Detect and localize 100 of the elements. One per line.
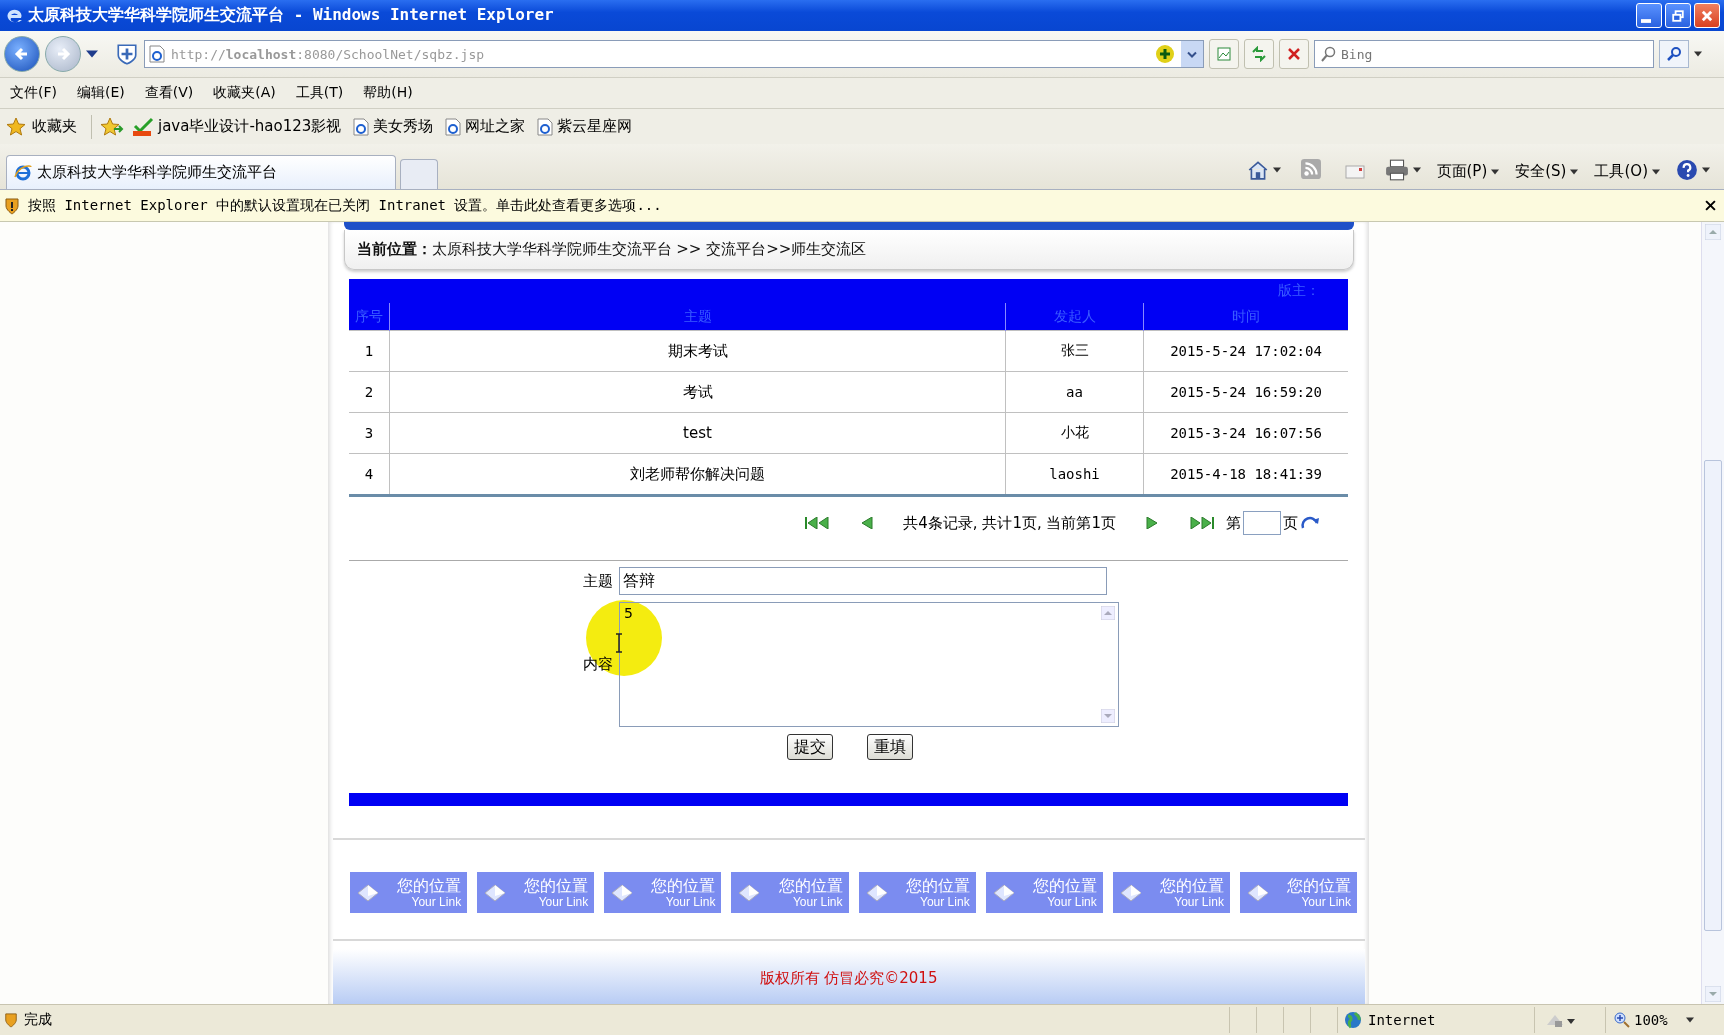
back-button[interactable] (4, 36, 40, 72)
refresh-button[interactable] (1244, 39, 1274, 69)
command-menu[interactable]: 安全(S) (1515, 162, 1579, 181)
stop-icon (1286, 46, 1302, 62)
next-page-icon[interactable] (1146, 517, 1158, 529)
shield-plus-icon[interactable] (115, 42, 139, 66)
last-page-icon[interactable] (1188, 517, 1214, 529)
command-menu[interactable]: 工具(O) (1594, 162, 1660, 181)
caret-icon (1272, 167, 1281, 173)
ie-logo-icon (13, 162, 33, 183)
table-cell: aa (1005, 371, 1144, 413)
menu-item[interactable]: 查看(V) (144, 84, 194, 102)
table-cell: 张三 (1005, 330, 1144, 372)
url-text: http://localhost:8080/SchoolNet/sqbz.jsp (171, 46, 485, 62)
checkmark-logo-icon (132, 116, 154, 137)
menu-item[interactable]: 工具(T) (295, 84, 344, 102)
subject-field[interactable]: 答辩 (619, 567, 1107, 595)
home-button[interactable] (1246, 159, 1281, 181)
status-text: 完成 (24, 1011, 52, 1029)
text-cursor-icon (614, 633, 624, 653)
caret-icon (1652, 168, 1660, 175)
browser-tab[interactable]: 太原科技大学华科学院师生交流平台 (6, 155, 396, 189)
diamond-icon (864, 882, 889, 903)
image-icon (1216, 46, 1232, 62)
diamond-icon (1118, 882, 1143, 903)
close-button[interactable] (1694, 3, 1720, 28)
menu-item[interactable]: 文件(F) (10, 84, 57, 102)
print-button[interactable] (1384, 159, 1421, 181)
table-cell: 2015-5-24 17:02:04 (1143, 330, 1348, 372)
subject-label: 主题 (582, 571, 613, 591)
breadcrumb: 当前位置：太原科技大学华科学院师生交流平台 >> 交流平台>>师生交流区 (356, 240, 867, 259)
search-icon (1320, 46, 1336, 62)
menu-item[interactable]: 收藏夹(A) (213, 84, 276, 102)
restore-button[interactable] (1665, 3, 1691, 28)
caret-icon (1491, 168, 1500, 175)
column-header: 序号 (349, 303, 390, 331)
close-icon[interactable] (1705, 200, 1716, 211)
page-label: 页 (1283, 513, 1298, 533)
caret-icon[interactable] (1694, 51, 1702, 57)
search-icon (1666, 46, 1682, 62)
menu-item[interactable]: 帮助(H) (363, 84, 413, 102)
diamond-icon (737, 882, 762, 903)
column-header: 时间 (1143, 303, 1348, 331)
column-header: 发起人 (1005, 303, 1144, 331)
caret-icon (1702, 167, 1710, 173)
information-bar-text: 按照 Internet Explorer 中的默认设置现在已关闭 Intranet 设置。单击此处查看更多选项... (28, 196, 662, 215)
favorite-link[interactable]: java毕业设计-hao123影视 (132, 116, 342, 137)
table-cell: 刘老师帮你解决问题 (389, 453, 1006, 496)
moderator-label: 版主： (1278, 282, 1320, 300)
shield-icon (4, 196, 20, 215)
table-cell: 小花 (1005, 412, 1144, 454)
favorites-button[interactable]: 收藏夹 (6, 116, 77, 137)
help-button[interactable] (1676, 159, 1710, 181)
magnifier-icon (1614, 1012, 1630, 1028)
form-button[interactable]: 重填 (867, 734, 913, 760)
minimize-button[interactable] (1636, 3, 1662, 28)
go-arrow-icon[interactable] (1300, 516, 1320, 530)
content-text: 5 (623, 604, 634, 623)
page-number-field[interactable] (1243, 511, 1281, 535)
table-cell: 期末考试 (389, 330, 1006, 372)
address-dropdown-button[interactable] (1181, 41, 1203, 67)
favorite-link[interactable]: 紫云星座网 (537, 117, 633, 136)
plus-icon[interactable] (1155, 44, 1175, 64)
menu-item[interactable]: 编辑(E) (77, 84, 125, 102)
previous-page-icon[interactable] (861, 517, 874, 529)
caret-icon[interactable] (86, 50, 98, 58)
restore-icon (1672, 9, 1684, 22)
help-icon (1676, 159, 1698, 181)
home-icon (1246, 159, 1269, 181)
search-button[interactable] (1659, 40, 1689, 68)
window-title: 太原科技大学华科学院师生交流平台 - Windows Internet Explorer (28, 5, 555, 26)
mail-icon[interactable] (1344, 165, 1365, 179)
printer-icon (1384, 159, 1409, 181)
stop-button[interactable] (1279, 39, 1309, 69)
first-page-icon[interactable] (805, 517, 832, 529)
command-menu[interactable]: 页面(P) (1436, 162, 1500, 181)
add-favorite-icon[interactable] (100, 116, 124, 137)
diamond-icon (610, 882, 635, 903)
favorite-link[interactable]: 网址之家 (445, 117, 526, 136)
column-header: 主题 (389, 303, 1006, 331)
content-label: 内容 (583, 655, 613, 674)
favorite-link[interactable]: 美女秀场 (353, 117, 434, 136)
shield-icon (4, 1012, 18, 1028)
page-label: 第 (1226, 513, 1241, 533)
globe-icon (1344, 1011, 1362, 1029)
diamond-icon (483, 882, 508, 903)
table-cell: 3 (349, 412, 390, 454)
refresh-icon (1251, 46, 1267, 62)
chevron-down-icon (1187, 50, 1197, 58)
security-zone: Internet (1368, 1012, 1436, 1028)
caret-icon (1412, 167, 1421, 173)
form-button[interactable]: 提交 (787, 734, 833, 760)
search-field[interactable]: Bing (1314, 40, 1654, 68)
diamond-icon (1245, 882, 1270, 903)
information-bar[interactable]: 按照 Internet Explorer 中的默认设置现在已关闭 Intranet 设置。单击此处查看更多选项... (0, 190, 1724, 222)
table-cell: 1 (349, 330, 390, 372)
minimize-icon (1641, 18, 1651, 23)
diamond-icon (991, 882, 1016, 903)
zoom-level[interactable]: 100% (1605, 1007, 1724, 1033)
table-cell: laoshi (1005, 453, 1144, 496)
